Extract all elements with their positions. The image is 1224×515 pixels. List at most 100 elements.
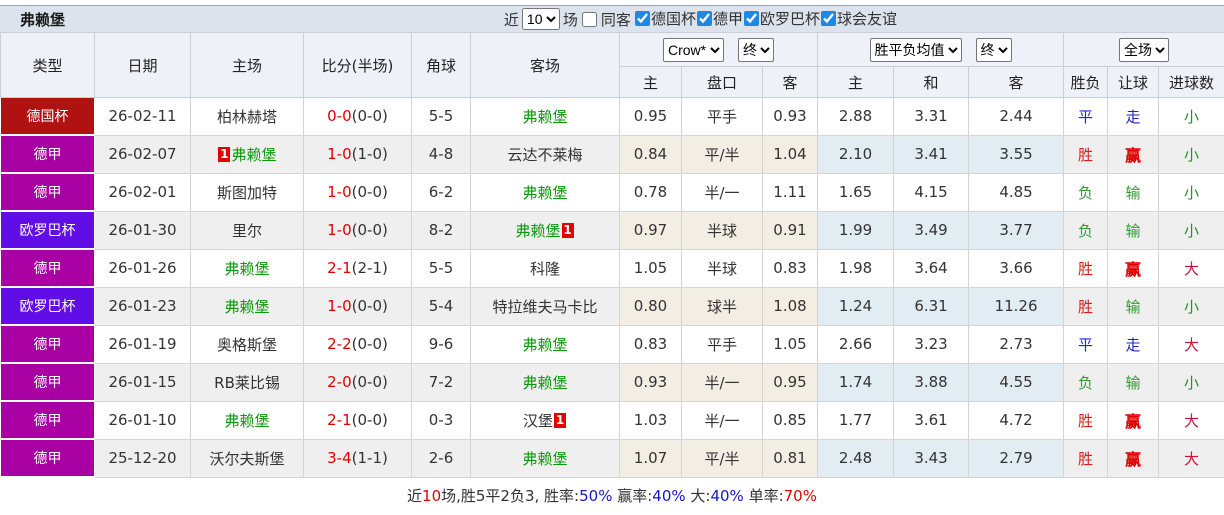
home-team-cell: 沃尔夫斯堡 (191, 439, 304, 477)
odds-handicap-cell: 半/一 (682, 173, 763, 211)
team-name: 沃尔夫斯堡 (209, 450, 284, 468)
corner-cell: 9-6 (412, 325, 471, 363)
team-name: 弗赖堡 (515, 222, 560, 240)
odds-final-select[interactable]: 终 (738, 38, 774, 62)
summary-footer: 近10场,胜5平2负3, 胜率:50% 赢率:40% 大:40% 单率:70% (0, 478, 1224, 515)
half-time-score: (0-0) (352, 297, 388, 315)
odds-home-cell: 0.84 (620, 135, 682, 173)
match-history-table: 类型 日期 主场 比分(半场) 角球 客场 Crow* 终 胜平负均值 终 全场 (0, 32, 1224, 478)
home-team-cell: 1弗赖堡 (191, 135, 304, 173)
league-filter: 德国杯 (634, 8, 696, 29)
away-team-cell: 汉堡1 (471, 401, 620, 439)
full-time-score: 1-0 (327, 183, 352, 201)
avg-away-cell: 3.77 (969, 211, 1064, 249)
match-date-cell: 26-01-19 (95, 325, 191, 363)
half-time-score: (2-1) (352, 259, 388, 277)
league-filter-checkbox-3[interactable] (821, 11, 836, 26)
handicap-result-cell: 输 (1108, 211, 1159, 249)
match-date-cell: 26-02-01 (95, 173, 191, 211)
league-filter-label: 球会友谊 (837, 8, 897, 29)
match-date-cell: 26-01-30 (95, 211, 191, 249)
col-header-home: 主场 (191, 33, 304, 98)
team-name: 弗赖堡 (224, 260, 269, 278)
goals-result-cell: 大 (1159, 401, 1224, 439)
league-filter-checkbox-1[interactable] (697, 11, 712, 26)
result-cell: 胜 (1064, 439, 1108, 477)
odds-provider-select[interactable]: Crow* (663, 38, 724, 62)
handicap-result-cell: 输 (1108, 287, 1159, 325)
avg-home-cell: 1.65 (818, 173, 894, 211)
match-row: 德甲26-01-26弗赖堡2-1(2-1)5-5科隆1.05半球0.831.98… (1, 249, 1224, 287)
team-name: 弗赖堡 (231, 146, 276, 164)
home-team-cell: 斯图加特 (191, 173, 304, 211)
league-type-cell: 德甲 (1, 135, 95, 173)
avg-odds-select[interactable]: 胜平负均值 (870, 38, 962, 62)
team-name: 弗赖堡 (224, 298, 269, 316)
team-name: 弗赖堡 (522, 336, 567, 354)
score-cell: 1-0(0-0) (304, 173, 412, 211)
home-team-cell: RB莱比锡 (191, 363, 304, 401)
avg-away-cell: 3.55 (969, 135, 1064, 173)
summary-segment: 近 (407, 487, 422, 505)
avg-home-cell: 2.48 (818, 439, 894, 477)
away-team-cell: 科隆 (471, 249, 620, 287)
team-name: 弗赖堡 (224, 412, 269, 430)
match-row: 欧罗巴杯26-01-30里尔1-0(0-0)8-2弗赖堡10.97半球0.911… (1, 211, 1224, 249)
odds-home-cell: 0.83 (620, 325, 682, 363)
league-filter: 欧罗巴杯 (743, 8, 820, 29)
summary-segment: 70% (784, 487, 817, 505)
col-header-date: 日期 (95, 33, 191, 98)
match-date-cell: 26-02-11 (95, 98, 191, 136)
avg-draw-cell: 3.88 (894, 363, 969, 401)
score-cell: 2-1(0-0) (304, 401, 412, 439)
avg-home-cell: 1.24 (818, 287, 894, 325)
odds-home-cell: 1.03 (620, 401, 682, 439)
odds-away-cell: 1.08 (763, 287, 818, 325)
away-team-cell: 弗赖堡 (471, 363, 620, 401)
summary-segment: 场,胜5平2负3, 胜率: (441, 487, 579, 505)
team-name: 汉堡 (523, 412, 553, 430)
goals-result-cell: 小 (1159, 363, 1224, 401)
full-time-score: 1-0 (327, 297, 352, 315)
league-filter: 球会友谊 (820, 8, 897, 29)
handicap-result-cell: 输 (1108, 363, 1159, 401)
odds-home-cell: 1.07 (620, 439, 682, 477)
half-time-score: (1-0) (352, 145, 388, 163)
odds-home-cell: 0.95 (620, 98, 682, 136)
filter-controls: 近 10 场 同客 德国杯德甲欧罗巴杯球会友谊 (504, 8, 897, 30)
team-name: 奥格斯堡 (217, 336, 277, 354)
half-time-score: (0-0) (352, 373, 388, 391)
handicap-result-cell: 走 (1108, 98, 1159, 136)
avg-odds-section: 胜平负均值 终 (818, 33, 1064, 67)
odds-handicap-cell: 平手 (682, 98, 763, 136)
league-filter-checkbox-0[interactable] (635, 11, 650, 26)
score-cell: 2-1(2-1) (304, 249, 412, 287)
league-type-cell: 德国杯 (1, 98, 95, 136)
full-time-score: 1-0 (327, 221, 352, 239)
scope-select[interactable]: 全场 (1119, 38, 1169, 62)
odds-away-cell: 0.93 (763, 98, 818, 136)
title-bar: 弗赖堡 近 10 场 同客 德国杯德甲欧罗巴杯球会友谊 (0, 5, 1224, 32)
away-team-cell: 特拉维夫马卡比 (471, 287, 620, 325)
card-badge: 1 (554, 413, 566, 428)
odds-away-cell: 0.95 (763, 363, 818, 401)
col-header-odds-handicap: 盘口 (682, 67, 763, 98)
league-type-cell: 德甲 (1, 249, 95, 287)
team-title: 弗赖堡 (0, 9, 65, 30)
avg-final-select[interactable]: 终 (976, 38, 1012, 62)
score-cell: 1-0(1-0) (304, 135, 412, 173)
half-time-score: (1-1) (352, 449, 388, 467)
summary-segment: 10 (422, 487, 441, 505)
match-count-select[interactable]: 10 (522, 8, 560, 30)
odds-handicap-cell: 半/一 (682, 401, 763, 439)
away-team-cell: 弗赖堡 (471, 325, 620, 363)
odds-away-cell: 0.83 (763, 249, 818, 287)
avg-draw-cell: 3.64 (894, 249, 969, 287)
home-team-cell: 弗赖堡 (191, 401, 304, 439)
match-row: 德甲26-01-19奥格斯堡2-2(0-0)9-6弗赖堡0.83平手1.052.… (1, 325, 1224, 363)
col-header-avg-home: 主 (818, 67, 894, 98)
odds-home-cell: 0.97 (620, 211, 682, 249)
odds-provider-section: Crow* 终 (620, 33, 818, 67)
league-filter-checkbox-2[interactable] (744, 11, 759, 26)
same-away-checkbox[interactable] (582, 12, 597, 27)
